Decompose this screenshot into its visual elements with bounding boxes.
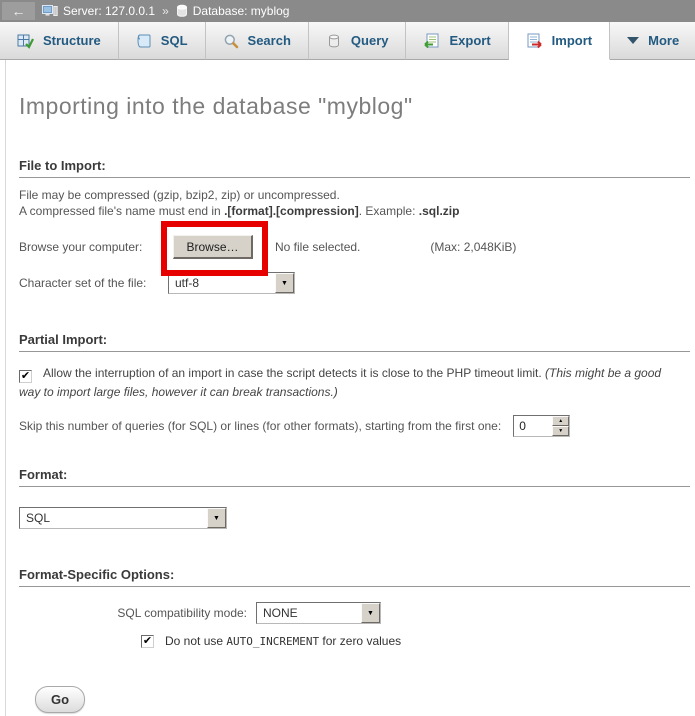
tab-more[interactable]: More: [610, 22, 695, 60]
format-row: SQL ▼: [19, 507, 691, 529]
section-heading-file-to-import: File to Import:: [19, 158, 690, 178]
dropdown-arrow-icon[interactable]: ▼: [207, 508, 226, 528]
skip-queries-label: Skip this number of queries (for SQL) or…: [19, 419, 501, 433]
breadcrumb: ← Server: 127.0.0.1 » Database: myblog: [0, 0, 695, 22]
stepper-up-icon[interactable]: ▲: [552, 416, 569, 426]
format-selected-value: SQL: [20, 508, 207, 528]
chevron-down-icon: [627, 37, 639, 44]
skip-queries-value: 0: [514, 416, 552, 436]
tab-query[interactable]: Query: [309, 22, 407, 60]
server-icon: [42, 4, 58, 18]
import-icon: [526, 33, 543, 49]
breadcrumb-separator: »: [162, 4, 169, 18]
charset-select[interactable]: utf-8 ▼: [168, 272, 295, 294]
breadcrumb-database-label: Database: myblog: [193, 4, 290, 18]
back-arrow-button[interactable]: ←: [2, 2, 35, 20]
database-icon: [176, 4, 188, 18]
stepper-down-icon[interactable]: ▼: [552, 426, 569, 436]
section-heading-format: Format:: [19, 467, 690, 487]
sql-compat-row: SQL compatibility mode: NONE ▼: [19, 602, 691, 624]
sql-icon: [136, 33, 152, 49]
tab-import[interactable]: Import: [509, 22, 610, 60]
go-button[interactable]: Go: [35, 686, 85, 713]
charset-label: Character set of the file:: [19, 276, 168, 290]
tab-search[interactable]: Search: [206, 22, 309, 60]
allow-interrupt-row: ✔ Allow the interruption of an import in …: [19, 364, 691, 402]
auto-increment-checkbox[interactable]: ✔: [141, 635, 154, 648]
sql-compat-label: SQL compatibility mode:: [19, 606, 256, 620]
skip-queries-row: Skip this number of queries (for SQL) or…: [19, 415, 691, 437]
query-icon: [326, 33, 342, 49]
export-icon: [423, 33, 440, 49]
sql-compat-selected-value: NONE: [257, 603, 361, 623]
tab-label: Query: [351, 33, 389, 48]
breadcrumb-database[interactable]: Database: myblog: [176, 4, 290, 18]
search-icon: [223, 33, 239, 49]
auto-increment-label: Do not use AUTO_INCREMENT for zero value…: [165, 634, 401, 648]
skip-queries-stepper[interactable]: 0 ▲ ▼: [513, 415, 570, 437]
allow-interrupt-text: Allow the interruption of an import in c…: [43, 366, 545, 380]
tab-label: SQL: [161, 33, 188, 48]
section-heading-format-specific: Format-Specific Options:: [19, 567, 690, 587]
browse-button[interactable]: Browse…: [173, 235, 253, 259]
compression-help-text: File may be compressed (gzip, bzip2, zip…: [19, 187, 691, 219]
tab-export[interactable]: Export: [406, 22, 508, 60]
breadcrumb-server[interactable]: Server: 127.0.0.1: [42, 4, 155, 18]
no-file-selected-text: No file selected.: [275, 240, 360, 254]
dropdown-arrow-icon[interactable]: ▼: [361, 603, 380, 623]
section-heading-partial-import: Partial Import:: [19, 332, 690, 352]
tab-label: Search: [248, 33, 291, 48]
back-arrow-icon: ←: [12, 4, 26, 18]
auto-increment-row: ✔ Do not use AUTO_INCREMENT for zero val…: [19, 634, 691, 648]
main-content: Importing into the database "myblog" Fil…: [5, 60, 695, 716]
format-select[interactable]: SQL ▼: [19, 507, 227, 529]
max-upload-size: (Max: 2,048KiB): [430, 240, 516, 254]
breadcrumb-server-label: Server: 127.0.0.1: [63, 4, 155, 18]
tab-label: Import: [552, 33, 592, 48]
tab-structure[interactable]: Structure: [0, 22, 119, 60]
structure-icon: [17, 33, 34, 49]
file-upload-row: Browse your computer: Browse… No file se…: [19, 235, 691, 259]
browse-computer-label: Browse your computer:: [19, 240, 169, 254]
tab-label: Structure: [43, 33, 101, 48]
sql-compat-select[interactable]: NONE ▼: [256, 602, 381, 624]
dropdown-arrow-icon[interactable]: ▼: [275, 273, 294, 293]
tab-label: More: [648, 33, 679, 48]
allow-interrupt-checkbox[interactable]: ✔: [19, 370, 32, 383]
tab-label: Export: [449, 33, 490, 48]
tab-sql[interactable]: SQL: [119, 22, 206, 60]
charset-row: Character set of the file: utf-8 ▼: [19, 272, 691, 294]
page-title: Importing into the database "myblog": [19, 60, 691, 120]
tab-bar: Structure SQL Search Query: [0, 22, 695, 60]
charset-selected-value: utf-8: [169, 273, 275, 293]
